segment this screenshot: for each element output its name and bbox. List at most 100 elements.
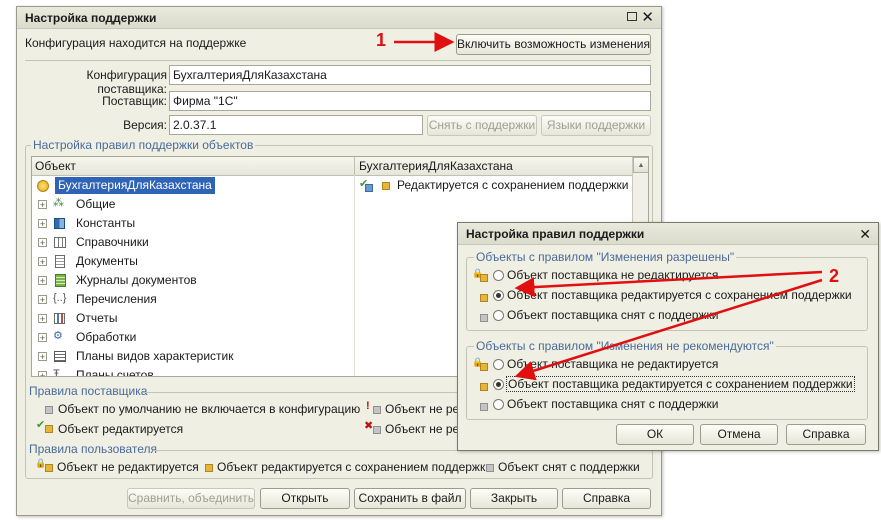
tree-item-label: Отчеты <box>76 311 118 325</box>
user-rule-text: Объект не редактируется <box>57 460 199 474</box>
column-header-config[interactable]: БухгалтерияДляКазахстана <box>359 159 513 173</box>
vendor-config-field[interactable]: БухгалтерияДляКазахстана <box>169 65 651 85</box>
tree-item-label: Обработки <box>76 330 137 344</box>
support-status-text: Конфигурация находится на поддержке <box>25 36 247 50</box>
cube-icon <box>480 383 488 391</box>
tree-item-label: Документы <box>76 254 138 268</box>
support-languages-button[interactable]: Языки поддержки <box>541 115 651 136</box>
g2-radio-removed-from-support[interactable] <box>493 399 504 410</box>
expand-icon[interactable]: + <box>38 352 47 362</box>
tree-item-label: Справочники <box>76 235 149 249</box>
user-rules-title: Правила пользователя <box>29 442 158 456</box>
vendor-rules-title: Правила поставщика <box>29 384 148 398</box>
cube-icon <box>45 464 53 472</box>
cube-icon <box>365 184 373 192</box>
tree-row[interactable]: + ⁂ Общие <box>32 195 352 214</box>
cube-icon <box>480 363 488 371</box>
remove-support-button[interactable]: Снять с поддержки <box>427 115 537 136</box>
accounts-icon: Ŧ <box>53 368 60 377</box>
expand-icon[interactable]: + <box>38 257 47 267</box>
cube-icon <box>373 426 381 434</box>
annotation-marker-2: 2 <box>829 266 840 286</box>
cube-icon <box>480 294 488 302</box>
g2-option-label: Объект поставщика не редактируется <box>507 357 719 371</box>
close-button[interactable]: Закрыть <box>470 488 558 509</box>
cube-icon <box>205 464 213 472</box>
cube-icon <box>480 403 488 411</box>
g1-radio-not-editable[interactable] <box>493 270 504 281</box>
tree-row[interactable]: + ⚙ Обработки <box>32 328 352 347</box>
version-field[interactable]: 2.0.37.1 <box>169 115 423 135</box>
g1-option-label: Объект поставщика снят с поддержки <box>507 308 719 322</box>
user-rule-text: Объект редактируется с сохранением подде… <box>217 460 492 474</box>
expand-icon[interactable]: + <box>38 219 47 229</box>
tree-item-label: Планы счетов <box>76 368 154 377</box>
cube-icon <box>45 425 53 433</box>
ok-button[interactable]: ОК <box>616 424 694 445</box>
maximize-icon[interactable] <box>627 12 637 21</box>
close-icon[interactable]: ✕ <box>641 7 654 29</box>
expand-icon[interactable]: + <box>38 295 47 305</box>
tree-item-label: Константы <box>76 216 136 230</box>
tree-row[interactable]: + Журналы документов <box>32 271 352 290</box>
vendor-config-label: Конфигурация поставщика: <box>86 68 167 96</box>
cube-icon <box>45 406 53 414</box>
expand-icon[interactable]: + <box>38 238 47 248</box>
expand-icon[interactable]: + <box>38 333 47 343</box>
expand-icon[interactable]: + <box>38 371 47 376</box>
dialog-title: Настройка правил поддержки <box>466 227 645 241</box>
cube-icon <box>486 464 494 472</box>
vendor-field[interactable]: Фирма "1С" <box>169 91 651 111</box>
expand-icon[interactable]: + <box>38 200 47 210</box>
expand-icon[interactable]: + <box>38 314 47 324</box>
not-recommended-group-title: Объекты с правилом "Изменения не рекомен… <box>474 339 776 353</box>
exclamation-icon: ! <box>366 400 370 412</box>
vendor-rule-text: Объект по умолчанию не включается в конф… <box>58 402 361 416</box>
column-header-object[interactable]: Объект <box>35 159 76 173</box>
g1-radio-removed-from-support[interactable] <box>493 310 504 321</box>
tree-header: Объект БухгалтерияДляКазахстана <box>32 157 632 176</box>
g2-option-label: Объект поставщика редактируется с сохран… <box>506 376 855 392</box>
g2-radio-not-editable[interactable] <box>493 359 504 370</box>
tree-row[interactable]: + Отчеты <box>32 309 352 328</box>
compare-merge-button[interactable]: Сравнить, объединить <box>127 488 255 509</box>
version-label: Версия: <box>123 118 167 132</box>
chart-types-icon <box>54 351 66 362</box>
save-to-file-button[interactable]: Сохранить в файл <box>354 488 466 509</box>
g1-option-label: Объект поставщика не редактируется <box>507 268 719 282</box>
g2-option-label: Объект поставщика снят с поддержки <box>507 397 719 411</box>
tree-item-label: БухгалтерияДляКазахстана <box>55 177 215 194</box>
cube-icon <box>480 274 488 282</box>
dialog-titlebar: Настройка правил поддержки ✕ <box>458 223 878 245</box>
tree-row[interactable]: + Справочники <box>32 233 352 252</box>
rules-group-title: Настройка правил поддержки объектов <box>31 138 256 152</box>
tree-item-label: Журналы документов <box>76 273 197 287</box>
support-rules-dialog: Настройка правил поддержки ✕ Объекты с п… <box>457 222 879 451</box>
vendor-rule-text: Объект редактируется <box>58 422 184 436</box>
scroll-up-icon[interactable]: ▲ <box>633 157 648 173</box>
tree-row[interactable]: + Документы <box>32 252 352 271</box>
enums-icon: {..} <box>53 292 67 304</box>
expand-icon[interactable]: + <box>38 276 47 286</box>
g2-radio-editable-with-support[interactable] <box>493 379 504 390</box>
tree-row[interactable]: + Ŧ Планы счетов <box>32 366 352 377</box>
tree-row[interactable]: + Константы <box>32 214 352 233</box>
tree-row[interactable]: + Планы видов характеристик <box>32 347 352 366</box>
cancel-button[interactable]: Отмена <box>700 424 778 445</box>
help-button[interactable]: Справка <box>562 488 651 509</box>
checkmark-icon: ✔ <box>36 419 46 431</box>
tree-item-label: Общие <box>76 197 116 211</box>
cube-icon <box>480 314 488 322</box>
g1-radio-editable-with-support[interactable] <box>493 290 504 301</box>
tree-row-root[interactable]: БухгалтерияДляКазахстана ✔ Редактируется… <box>32 176 632 195</box>
dialog-help-button[interactable]: Справка <box>786 424 866 445</box>
enable-changes-button[interactable]: Включить возможность изменения <box>456 34 651 55</box>
support-rule-value: Редактируется с сохранением поддержки <box>397 178 629 192</box>
tree-row[interactable]: + {..} Перечисления <box>32 290 352 309</box>
separator <box>25 60 651 61</box>
open-button[interactable]: Открыть <box>260 488 350 509</box>
close-icon[interactable]: ✕ <box>859 223 871 245</box>
documents-icon <box>55 255 65 268</box>
tree-item-label: Планы видов характеристик <box>76 349 234 363</box>
journals-icon <box>55 274 66 287</box>
